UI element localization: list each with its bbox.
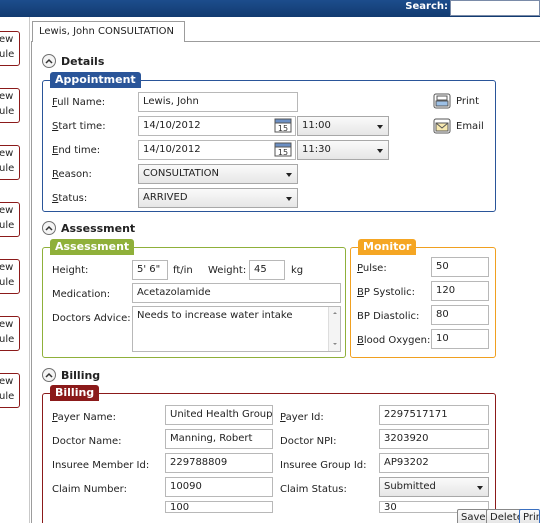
medication-field[interactable]: Acetazolamide [132, 283, 341, 303]
full-name-label: Full Name: [52, 97, 106, 108]
monitor-legend: Monitor [358, 239, 417, 255]
details-section-header[interactable]: Details [42, 54, 104, 68]
top-bar: Search: [0, 0, 540, 17]
insuree-group-id-label: Insuree Group Id: [280, 460, 367, 471]
assessment-section-header[interactable]: Assessment [42, 221, 135, 235]
svg-text:15: 15 [278, 124, 288, 133]
doctor-name-label: Doctor Name: [52, 436, 122, 447]
new-schedule-button[interactable]: ew ule [0, 88, 20, 123]
height-label: Height: [52, 265, 89, 276]
bp-systolic-label: BP Systolic: [357, 287, 416, 298]
advice-scrollbar[interactable] [328, 307, 340, 351]
weight-unit: kg [291, 265, 304, 276]
doctor-npi-field[interactable]: 3203920 [379, 429, 489, 449]
claim-number-field[interactable]: 10090 [165, 477, 273, 497]
new-schedule-button[interactable]: ew ule [0, 373, 20, 408]
new-schedule-button[interactable]: ew ule [0, 31, 20, 66]
bp-systolic-field[interactable]: 120 [431, 281, 489, 301]
medication-label: Medication: [52, 289, 111, 300]
reason-dropdown[interactable]: CONSULTATION [138, 164, 298, 184]
printer-icon [433, 93, 451, 109]
search-input[interactable] [450, 0, 540, 16]
doctor-npi-label: Doctor NPI: [280, 436, 337, 447]
save-button[interactable]: Save [457, 509, 490, 523]
status-label: Status: [52, 193, 88, 204]
print-button[interactable]: Print [433, 93, 479, 109]
start-date-field[interactable]: 14/10/2012 [138, 116, 296, 136]
chevron-up-icon[interactable] [42, 221, 56, 235]
insuree-group-id-field[interactable]: AP93202 [379, 453, 489, 473]
end-date-field[interactable]: 14/10/2012 [138, 140, 296, 160]
billing-section-header[interactable]: Billing [42, 368, 100, 382]
doctor-name-field[interactable]: Manning, Robert [165, 429, 273, 449]
insuree-member-id-field[interactable]: 229788809 [165, 453, 273, 473]
blood-oxygen-label: Blood Oxygen: [357, 335, 431, 346]
chevron-down-icon [286, 197, 292, 201]
payer-name-field[interactable]: United Health Group [165, 405, 273, 425]
new-schedule-button[interactable]: ew ule [0, 145, 20, 180]
start-time-label: Start time: [52, 121, 106, 132]
status-dropdown[interactable]: ARRIVED [138, 188, 298, 208]
pulse-label: Pulse: [357, 263, 387, 274]
new-schedule-button[interactable]: ew ule [0, 259, 20, 294]
bp-diastolic-label: BP Diastolic: [357, 311, 420, 322]
chevron-down-icon [286, 173, 292, 177]
claim-status-dropdown[interactable]: Submitted [379, 477, 489, 497]
payer-name-label: Payer Name: [52, 412, 116, 423]
tab-consultation[interactable]: Lewis, John CONSULTATION [32, 21, 185, 42]
calendar-icon[interactable]: 15 [274, 117, 292, 133]
partial-field-left[interactable]: 100 [165, 501, 273, 513]
payer-id-label: Payer Id: [280, 412, 324, 423]
chevron-up-icon[interactable] [42, 368, 56, 382]
claim-status-label: Claim Status: [280, 484, 347, 495]
doctors-advice-label: Doctors Advice: [52, 313, 131, 324]
email-icon [433, 118, 451, 134]
calendar-icon[interactable]: 15 [274, 141, 292, 157]
chevron-down-icon [477, 486, 483, 490]
chevron-down-icon [377, 149, 383, 153]
svg-text:15: 15 [278, 148, 288, 157]
chevron-up-icon[interactable] [42, 54, 56, 68]
doctors-advice-field[interactable]: Needs to increase water intake [132, 306, 341, 352]
insuree-member-id-label: Insuree Member Id: [52, 460, 150, 471]
left-sidebar: ew ule ew ule ew ule ew ule ew ule ew ule ew ul… [0, 17, 30, 523]
start-time-dropdown[interactable]: 11:00 [297, 116, 389, 136]
reason-label: Reason: [52, 169, 92, 180]
end-time-dropdown[interactable]: 11:30 [297, 140, 389, 160]
full-name-field[interactable]: Lewis, John [138, 92, 298, 112]
height-unit: ft/in [173, 265, 193, 276]
height-field[interactable]: 5' 6" [132, 260, 168, 280]
appointment-legend: Appointment [50, 72, 141, 88]
assessment-legend: Assessment [50, 239, 135, 255]
chevron-down-icon [377, 125, 383, 129]
weight-field[interactable]: 45 [249, 260, 285, 280]
bp-diastolic-field[interactable]: 80 [431, 305, 489, 325]
end-time-label: End time: [52, 145, 101, 156]
billing-legend: Billing [50, 385, 100, 401]
search-label: Search: [405, 1, 448, 12]
print-footer-button[interactable]: Prin [519, 509, 540, 523]
email-button[interactable]: Email [433, 118, 484, 134]
payer-id-field[interactable]: 2297517171 [379, 405, 489, 425]
new-schedule-button[interactable]: ew ule [0, 202, 20, 237]
claim-number-label: Claim Number: [52, 484, 127, 495]
blood-oxygen-field[interactable]: 10 [431, 329, 489, 349]
new-schedule-button[interactable]: ew ule [0, 316, 20, 351]
weight-label: Weight: [208, 265, 247, 276]
pulse-field[interactable]: 50 [431, 257, 489, 277]
